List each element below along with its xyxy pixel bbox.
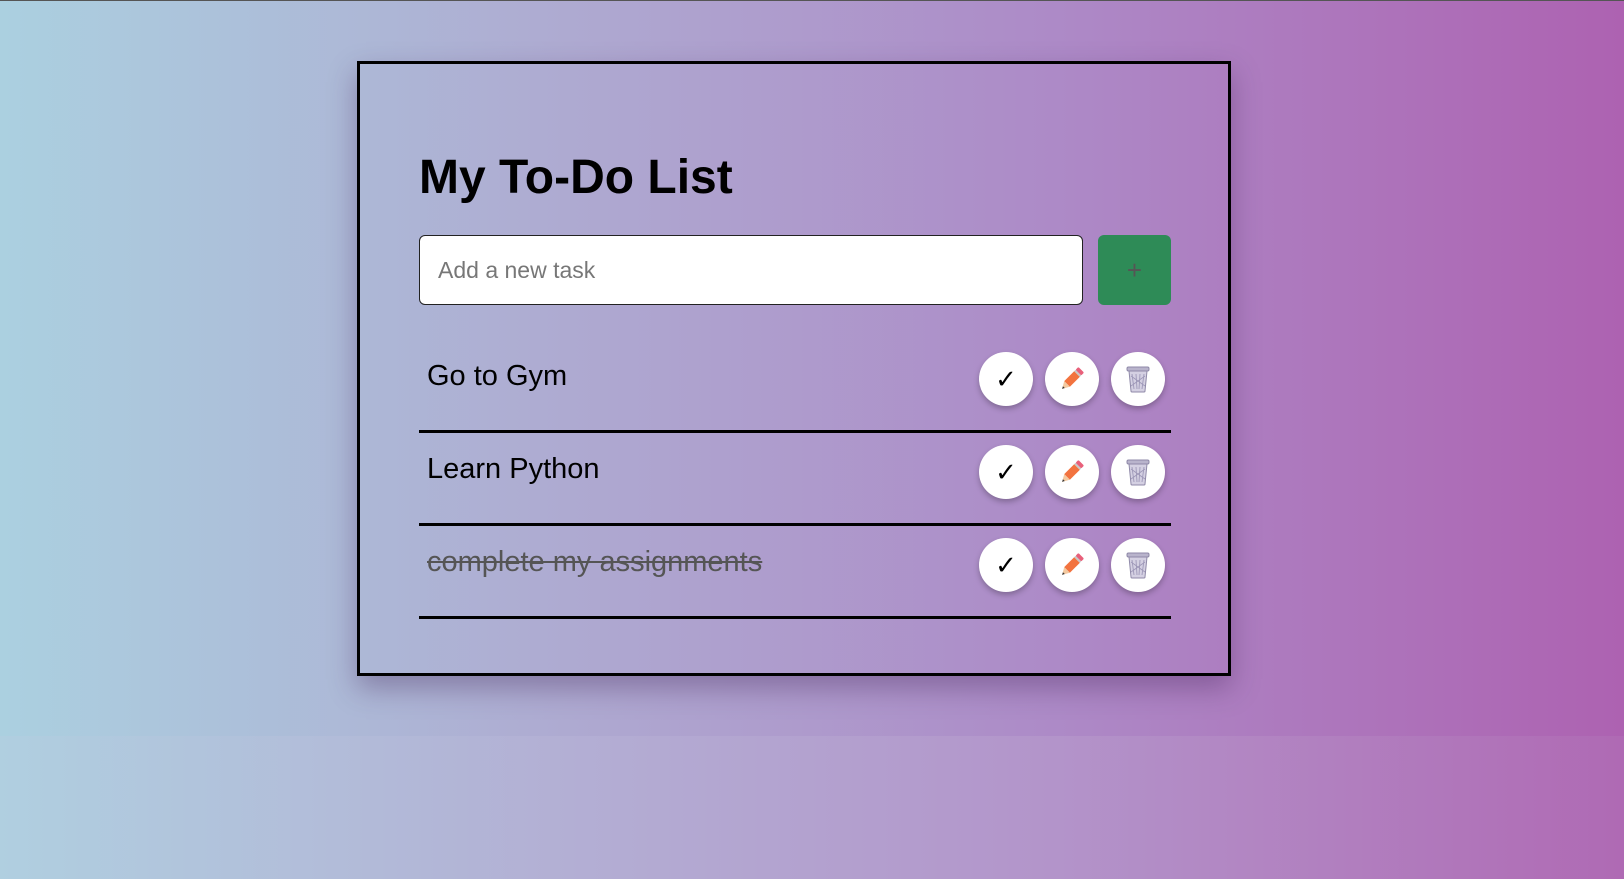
- list-item: Go to Gym ✓: [419, 340, 1171, 433]
- task-actions: ✓: [979, 538, 1165, 592]
- edit-button[interactable]: [1045, 538, 1099, 592]
- add-task-button[interactable]: +: [1098, 235, 1171, 305]
- trash-icon: [1126, 552, 1150, 579]
- list-item: complete my assignments ✓: [419, 526, 1171, 619]
- trash-icon: [1126, 366, 1150, 393]
- check-icon: ✓: [995, 364, 1017, 394]
- task-text: Learn Python: [427, 453, 600, 485]
- edit-button[interactable]: [1045, 352, 1099, 406]
- plus-icon: +: [1126, 254, 1143, 285]
- list-item: Learn Python ✓: [419, 433, 1171, 526]
- task-text-completed: complete my assignments: [427, 546, 763, 578]
- delete-button[interactable]: [1111, 445, 1165, 499]
- new-task-input[interactable]: [419, 235, 1083, 305]
- task-actions: ✓: [979, 352, 1165, 406]
- task-text: Go to Gym: [427, 360, 568, 392]
- task-actions: ✓: [979, 445, 1165, 499]
- complete-button[interactable]: ✓: [979, 445, 1033, 499]
- task-list: Go to Gym ✓ Learn Python ✓ complete my a…: [419, 340, 1171, 619]
- page-footer-area: [0, 736, 1624, 879]
- pencil-icon: [1062, 460, 1084, 482]
- check-icon: ✓: [995, 550, 1017, 580]
- edit-button[interactable]: [1045, 445, 1099, 499]
- pencil-icon: [1062, 367, 1084, 389]
- complete-button[interactable]: ✓: [979, 352, 1033, 406]
- delete-button[interactable]: [1111, 538, 1165, 592]
- todo-card: My To-Do List + Go to Gym ✓: [357, 61, 1231, 676]
- pencil-icon: [1062, 553, 1084, 575]
- check-icon: ✓: [995, 457, 1017, 487]
- page-title: My To-Do List: [419, 151, 733, 204]
- trash-icon: [1126, 459, 1150, 486]
- delete-button[interactable]: [1111, 352, 1165, 406]
- complete-button[interactable]: ✓: [979, 538, 1033, 592]
